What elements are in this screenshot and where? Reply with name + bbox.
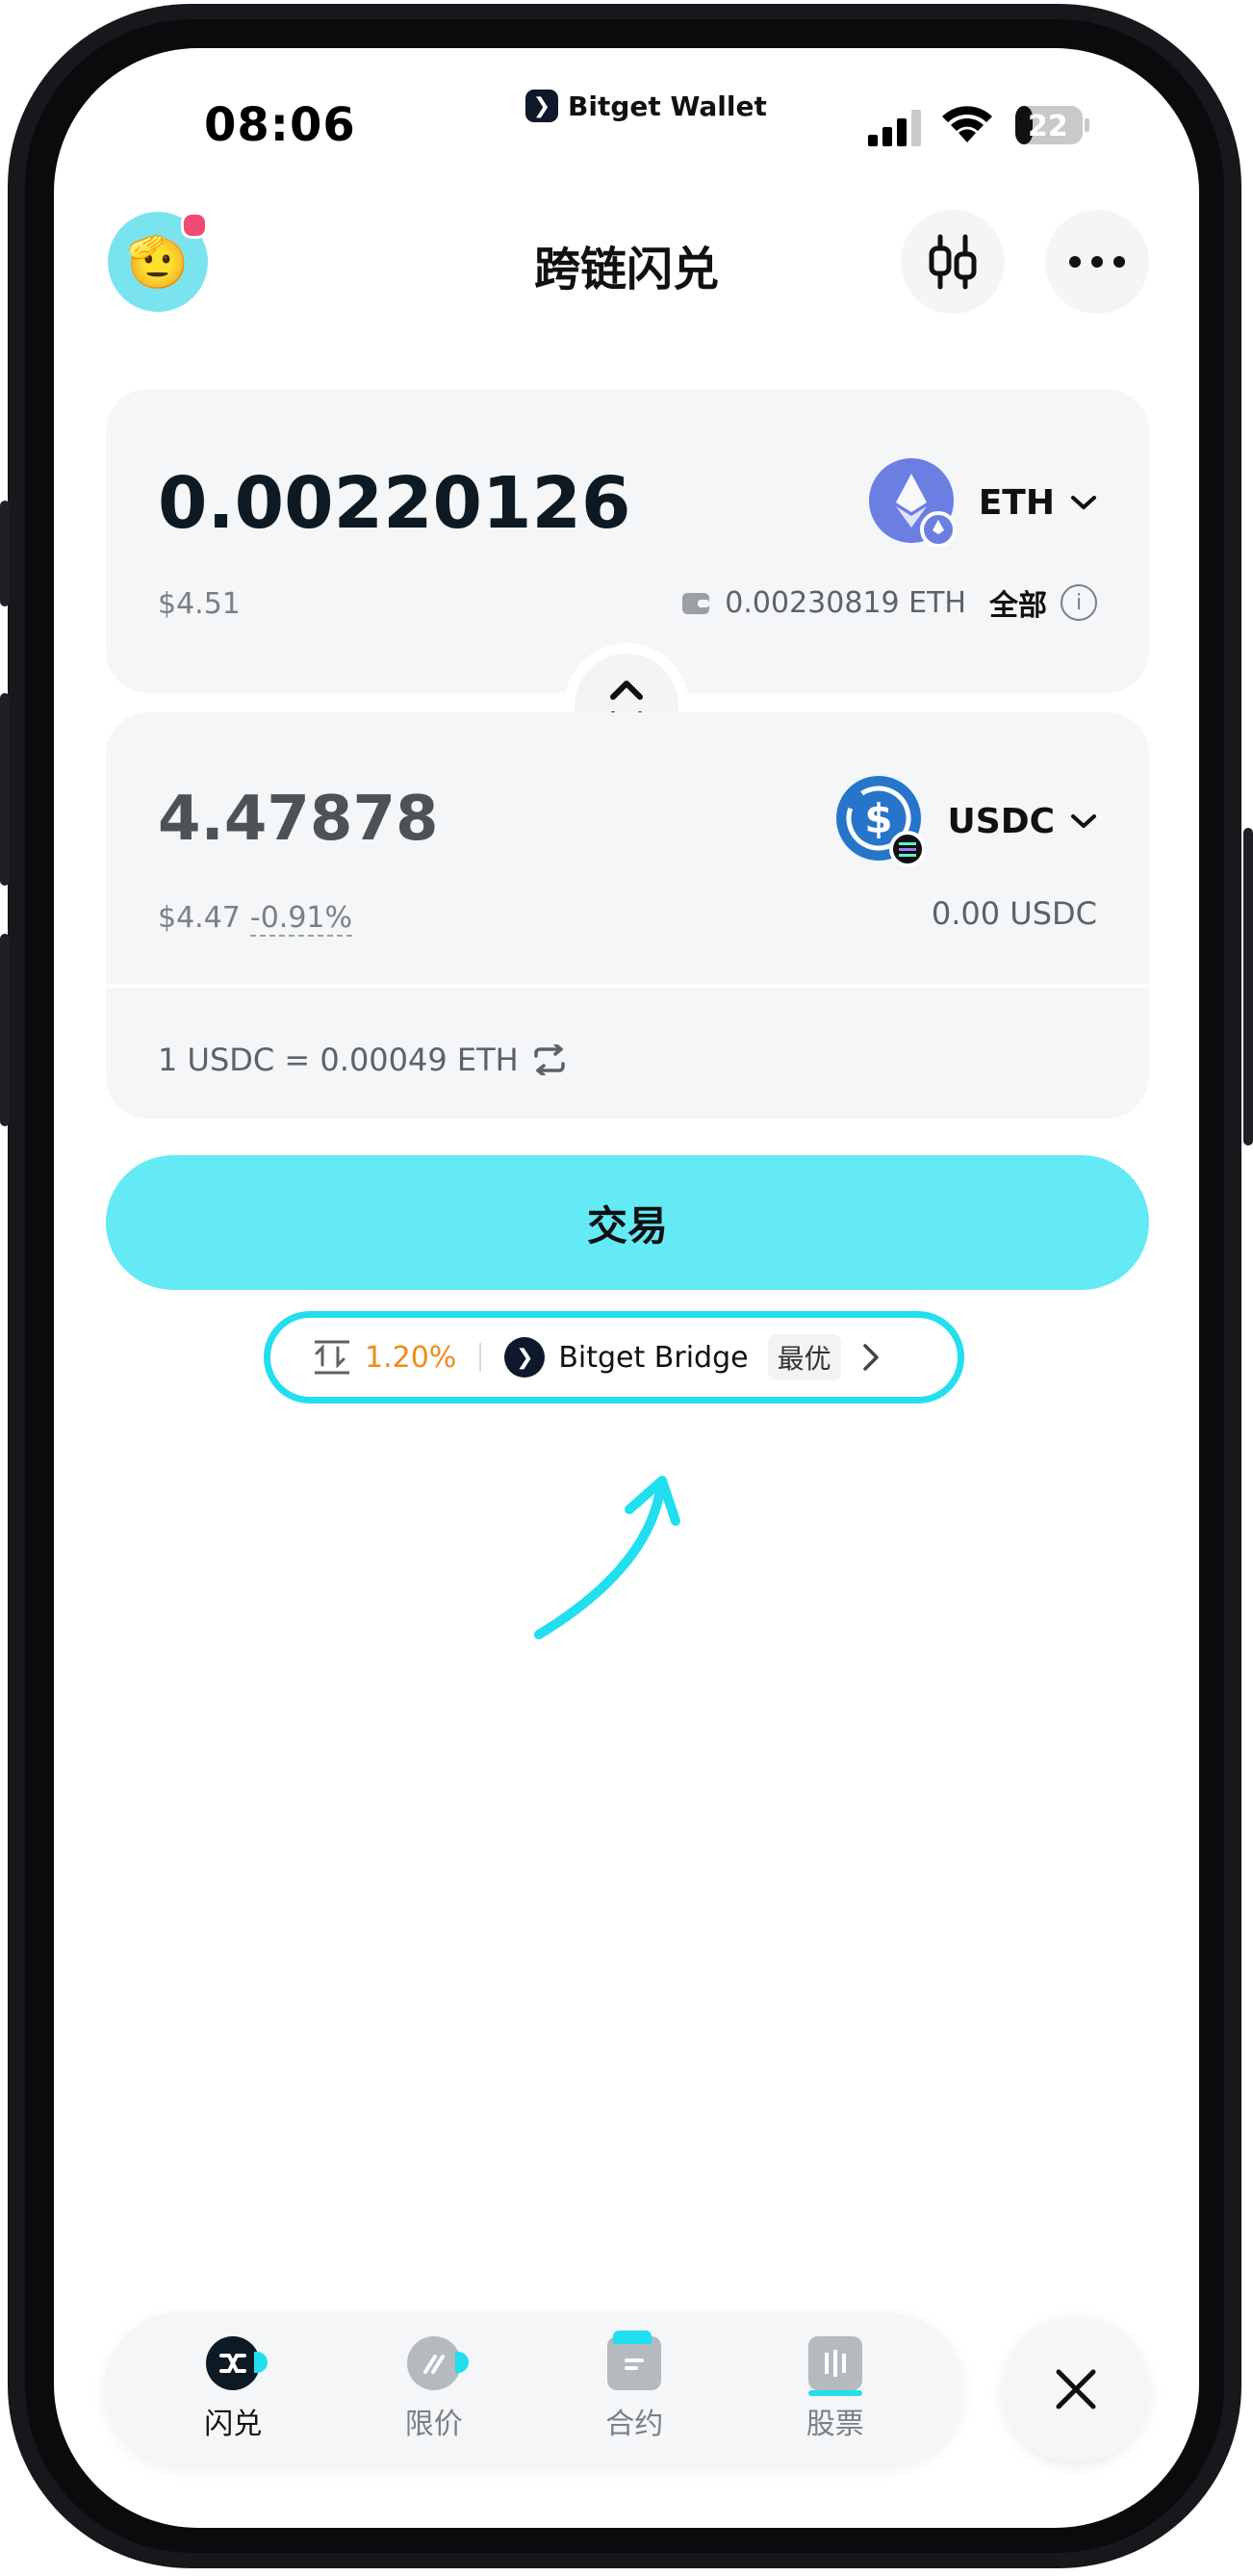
battery-level: 22 <box>1028 110 1068 143</box>
tab-label: 限价 <box>404 2408 463 2441</box>
side-button <box>0 501 10 606</box>
to-usd-value: $4.47 -0.91% <box>158 901 353 937</box>
tab-limit[interactable]: 限价 <box>347 2336 521 2442</box>
divider <box>106 984 1149 988</box>
tab-futures[interactable]: 合约 <box>548 2331 721 2442</box>
from-balance-value: 0.00230819 ETH <box>725 585 966 620</box>
slippage-value: 1.20% <box>365 1340 457 1375</box>
app-screen: 08:06 ❯ Bitget Wallet 22 🫡 跨链闪兑 0.002201… <box>54 48 1199 2528</box>
close-button[interactable] <box>1003 2316 1149 2462</box>
bitget-logo-icon: ❯ <box>525 90 558 122</box>
to-balance: 0.00 USDC <box>931 895 1097 932</box>
bottom-tab-bar: 闪兑 限价 合约 股票 <box>104 2312 964 2466</box>
side-button <box>0 693 10 886</box>
info-icon[interactable]: i <box>1061 584 1097 621</box>
from-balance: 0.00230819 ETH 全部 i <box>680 581 1097 624</box>
to-amount: 4.47878 <box>158 784 439 855</box>
cellular-signal-icon <box>868 110 921 146</box>
usdc-token-icon: $ <box>835 776 926 866</box>
side-button <box>0 934 10 1126</box>
to-token-card: 4.47878 $4.47 -0.91% $ USDC 0.00 USDC 1 U… <box>106 712 1149 1119</box>
from-token-label: ETH <box>978 482 1055 523</box>
tab-stocks[interactable]: 股票 <box>749 2336 922 2442</box>
stocks-tab-icon <box>807 2336 862 2396</box>
chevron-down-icon <box>1071 496 1096 509</box>
eth-token-icon <box>868 458 957 547</box>
to-token-label: USDC <box>947 801 1055 841</box>
tab-label: 合约 <box>605 2408 664 2441</box>
chevron-right-icon <box>862 1344 879 1371</box>
tab-label: 股票 <box>806 2408 864 2441</box>
from-amount-input[interactable]: 0.00220126 <box>158 462 631 545</box>
side-button <box>1243 828 1253 1146</box>
limit-tab-icon <box>406 2336 469 2390</box>
wallet-icon <box>682 593 710 614</box>
page-title: 跨链闪兑 <box>533 243 719 296</box>
svg-text:$: $ <box>864 795 892 842</box>
close-icon <box>1056 2369 1096 2409</box>
chart-button[interactable] <box>901 210 1005 314</box>
refresh-rate-icon[interactable] <box>532 1044 567 1075</box>
battery-icon: 22 <box>1014 104 1091 146</box>
more-button[interactable] <box>1045 210 1149 314</box>
exchange-rate: 1 USDC = 0.00049 ETH <box>158 1042 567 1078</box>
trade-button[interactable]: 交易 <box>106 1155 1149 1290</box>
slippage-icon <box>315 1340 349 1375</box>
status-bar: 08:06 ❯ Bitget Wallet 22 <box>54 48 1199 202</box>
max-button[interactable]: 全部 <box>989 581 1047 624</box>
status-app-label: ❯ Bitget Wallet <box>525 87 767 125</box>
more-dots-icon <box>1069 256 1125 268</box>
candlestick-icon <box>929 234 977 290</box>
tab-swap[interactable]: 闪兑 <box>146 2336 320 2442</box>
route-provider: Bitget Bridge <box>558 1340 749 1375</box>
from-token-selector[interactable]: ETH <box>868 458 1097 547</box>
price-impact[interactable]: -0.91% <box>249 901 353 937</box>
tab-label: 闪兑 <box>204 2408 263 2441</box>
chevron-down-icon <box>1071 814 1096 828</box>
swap-tab-icon <box>206 2336 268 2390</box>
separator <box>479 1343 482 1372</box>
status-time: 08:06 <box>204 98 356 152</box>
best-route-badge: 最优 <box>767 1334 841 1380</box>
route-selector[interactable]: 1.20% ❯ Bitget Bridge 最优 <box>264 1311 964 1404</box>
to-token-selector[interactable]: $ USDC <box>835 776 1097 866</box>
wifi-icon <box>942 106 992 142</box>
bitget-bridge-logo-icon: ❯ <box>504 1337 546 1378</box>
annotation-arrow <box>534 1476 680 1639</box>
futures-tab-icon <box>607 2331 662 2390</box>
phone-frame: 08:06 ❯ Bitget Wallet 22 🫡 跨链闪兑 0.002201… <box>0 0 1253 2576</box>
from-usd-value: $4.51 <box>158 587 241 621</box>
